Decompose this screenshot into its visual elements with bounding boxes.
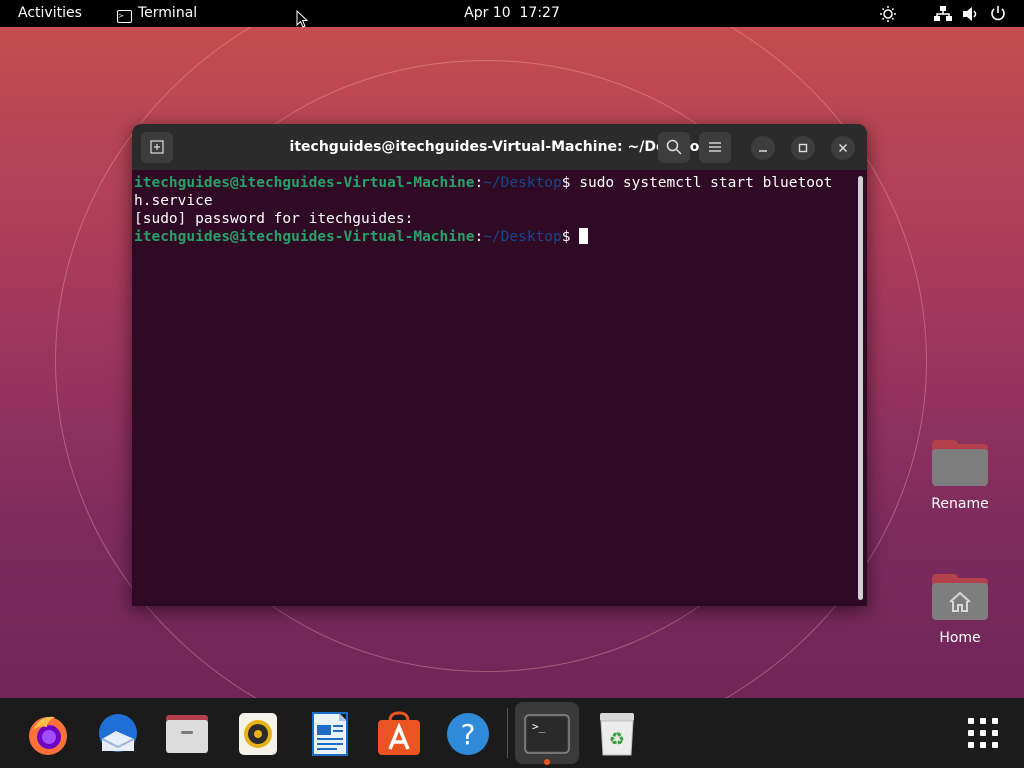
command-text: $ — [562, 229, 579, 245]
search-button[interactable] — [658, 132, 690, 163]
minimize-button[interactable] — [751, 136, 775, 160]
prompt-user: itechguides@itechguides-Virtual-Machine — [134, 229, 474, 245]
libreoffice-writer-icon[interactable] — [307, 711, 353, 757]
close-button[interactable] — [831, 136, 855, 160]
night-light-icon[interactable] — [879, 6, 897, 22]
close-icon — [838, 143, 848, 153]
home-folder-icon — [932, 574, 988, 620]
terminal-line: itechguides@itechguides-Virtual-Machine:… — [134, 174, 859, 192]
prompt-separator: : — [474, 229, 483, 245]
menu-button[interactable] — [699, 132, 731, 163]
top-bar: Activities >Terminal Apr 10 17:27 — [0, 0, 1024, 27]
power-icon[interactable] — [990, 5, 1006, 22]
search-icon — [666, 139, 682, 155]
folder-icon — [932, 440, 988, 486]
dock — [0, 698, 1024, 768]
command-text: $ sudo systemctl start bluetoot — [562, 175, 833, 191]
terminal-window[interactable]: itechguides@itechguides-Virtual-Machine:… — [132, 124, 867, 606]
scrollbar[interactable] — [858, 176, 863, 600]
prompt-path: ~/Desktop — [483, 175, 562, 191]
dock-separator — [507, 708, 508, 758]
terminal-line: h.service — [134, 192, 859, 210]
maximize-icon — [798, 143, 808, 153]
clock-label: Apr 10 17:27 — [464, 5, 560, 21]
maximize-button[interactable] — [791, 136, 815, 160]
ubuntu-software-icon[interactable] — [376, 711, 422, 757]
rhythmbox-icon[interactable] — [235, 711, 281, 757]
network-icon[interactable] — [934, 6, 952, 22]
terminal-icon[interactable]: >_ — [524, 711, 570, 757]
house-icon — [948, 591, 972, 613]
prompt-separator: : — [474, 175, 483, 191]
new-tab-button[interactable] — [141, 132, 173, 163]
clock[interactable]: Apr 10 17:27 — [0, 0, 1024, 27]
show-apps-icon[interactable] — [960, 711, 1006, 757]
desktop-icon-label: Rename — [920, 496, 1000, 512]
text-cursor — [579, 228, 588, 244]
terminal-line: itechguides@itechguides-Virtual-Machine:… — [134, 228, 859, 246]
running-indicator — [544, 759, 550, 765]
terminal-output[interactable]: itechguides@itechguides-Virtual-Machine:… — [134, 174, 859, 246]
svg-text:?: ? — [461, 718, 476, 751]
hamburger-menu-icon — [708, 141, 722, 153]
terminal-line: [sudo] password for itechguides: — [134, 210, 859, 228]
prompt-path: ~/Desktop — [483, 229, 562, 245]
prompt-user: itechguides@itechguides-Virtual-Machine — [134, 175, 474, 191]
desktop-folder-home[interactable]: Home — [920, 574, 1000, 646]
desktop-icon-label: Home — [920, 630, 1000, 646]
thunderbird-icon[interactable] — [94, 711, 140, 757]
svg-text:>_: >_ — [532, 720, 546, 733]
minimize-icon — [758, 143, 768, 153]
mouse-cursor-icon — [296, 10, 308, 30]
firefox-icon[interactable] — [25, 711, 71, 757]
new-tab-icon — [150, 140, 164, 154]
files-icon[interactable] — [164, 711, 210, 757]
trash-icon[interactable]: ♻ — [594, 711, 640, 757]
desktop-folder-rename[interactable]: Rename — [920, 440, 1000, 512]
volume-icon[interactable] — [962, 6, 980, 22]
terminal-titlebar[interactable]: itechguides@itechguides-Virtual-Machine:… — [132, 124, 867, 170]
help-icon[interactable]: ? — [445, 711, 491, 757]
svg-text:♻: ♻ — [609, 729, 625, 750]
